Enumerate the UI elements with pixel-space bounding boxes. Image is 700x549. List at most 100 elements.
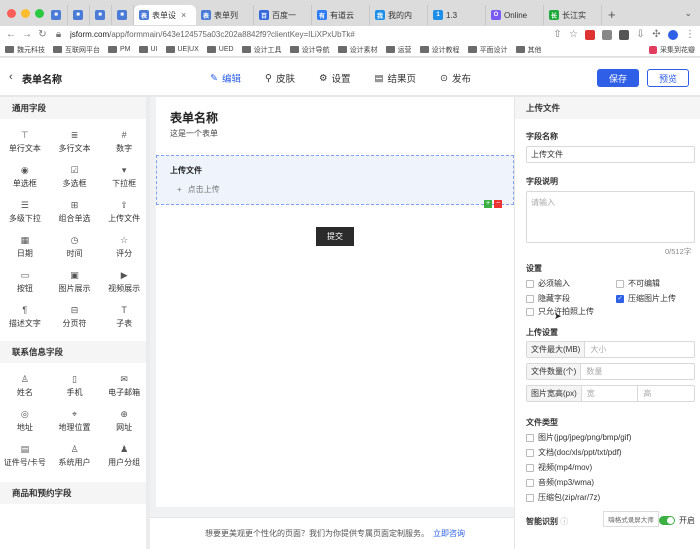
browser-tab[interactable]: ■	[68, 5, 90, 25]
palette-item[interactable]: ☆ 评分	[99, 230, 149, 265]
puzzle-icon[interactable]: ✣	[652, 29, 661, 40]
smart-recognition-toggle[interactable]	[659, 516, 675, 525]
canvas-form-title[interactable]: 表单名称	[170, 109, 218, 126]
browser-tab[interactable]: 1 1.3	[428, 5, 486, 25]
close-window-button[interactable]	[7, 8, 16, 18]
bookmark-folder[interactable]: 设计教程	[419, 45, 460, 55]
url-input[interactable]: jsform.com/app/formmain/643e124575a03c20…	[70, 30, 546, 39]
palette-item[interactable]: ♙ 姓名	[0, 369, 50, 404]
max-size-field[interactable]: 文件最大(MB) 大小	[526, 341, 695, 358]
share-icon[interactable]: ⇧	[553, 29, 562, 40]
bookmark-folder[interactable]: UI	[138, 46, 158, 53]
bookmark-folder[interactable]: PM	[108, 46, 131, 53]
palette-item[interactable]: ⊟ 分页符	[50, 300, 100, 335]
browser-tab[interactable]: ■	[90, 5, 112, 25]
palette-item[interactable]: ▦ 日期	[0, 230, 50, 265]
bookmark-folder[interactable]: 设计导航	[289, 45, 330, 55]
new-tab-button[interactable]: +	[608, 7, 616, 22]
bookmark-folder[interactable]: 设计素材	[337, 45, 378, 55]
back-icon[interactable]: ‹	[9, 71, 13, 83]
duplicate-field-button[interactable]: +	[484, 200, 492, 208]
bookmark-folder[interactable]: 运营	[385, 45, 412, 55]
field-desc-textarea[interactable]: 请输入	[526, 191, 695, 243]
max-size-input[interactable]: 大小	[585, 342, 694, 357]
forward-arrow-icon[interactable]: →	[22, 29, 32, 40]
bookmark-folder[interactable]: 设计工具	[241, 45, 282, 55]
browser-tab[interactable]: O Online	[486, 5, 544, 25]
nav-tab-2[interactable]: ⚙ 设置	[319, 71, 351, 86]
nav-tab-4[interactable]: ⊙ 发布	[440, 71, 471, 86]
palette-item[interactable]: ☑ 多选框	[50, 160, 100, 195]
browser-tab[interactable]: ■	[112, 5, 134, 25]
palette-item[interactable]: ⊕ 网址	[99, 404, 149, 439]
bookmark-folder[interactable]: 平面设计	[467, 45, 508, 55]
bookmark-folder[interactable]: 其他	[515, 45, 542, 55]
palette-item[interactable]: # 数字	[99, 125, 149, 160]
bookmark-folder[interactable]: UE|UX	[165, 46, 199, 53]
image-height-input[interactable]: 高	[638, 386, 694, 401]
file-type-checkbox[interactable]: 压缩包(zip/rar/7z)	[526, 492, 600, 503]
required-checkbox[interactable]: 必须输入	[526, 278, 570, 289]
file-count-field[interactable]: 文件数量(个) 数量	[526, 363, 695, 380]
extension-icon[interactable]	[585, 29, 595, 40]
preview-button[interactable]: 预览	[647, 69, 689, 87]
palette-item[interactable]: ▣ 图片展示	[50, 265, 100, 300]
bookmark-star-icon[interactable]: ☆	[569, 29, 578, 40]
hidden-checkbox[interactable]: 隐藏字段	[526, 293, 570, 304]
palette-item[interactable]: ⊤ 单行文本	[0, 125, 50, 160]
compress-image-checkbox[interactable]: ✓ 压缩图片上传	[616, 293, 676, 304]
profile-avatar[interactable]	[668, 29, 678, 40]
palette-item[interactable]: ♙ 系统用户	[50, 439, 100, 474]
file-type-checkbox[interactable]: 音频(mp3/wma)	[526, 477, 594, 488]
palette-item[interactable]: ▭ 按钮	[0, 265, 50, 300]
palette-item[interactable]: ▶ 视频展示	[99, 265, 149, 300]
upload-field-selected[interactable]: 上传文件 + 点击上传	[156, 155, 514, 205]
tab-search-chevron-icon[interactable]: ⌄	[684, 8, 692, 19]
palette-item[interactable]: ☰ 多级下拉	[0, 195, 50, 230]
palette-item[interactable]: ⊞ 组合单选	[50, 195, 100, 230]
bookmark-item[interactable]: 采集到花瓣	[649, 45, 695, 55]
palette-item[interactable]: ♟ 用户分组	[99, 439, 149, 474]
palette-item[interactable]: ◎ 地址	[0, 404, 50, 439]
palette-item[interactable]: ¶ 描述文字	[0, 300, 50, 335]
nav-tab-3[interactable]: ▤ 结果页	[375, 71, 417, 86]
palette-item[interactable]: ◉ 单选框	[0, 160, 50, 195]
browser-tab[interactable]: 长长江实	[544, 5, 602, 25]
readonly-checkbox[interactable]: 不可编辑	[616, 278, 660, 289]
palette-item[interactable]: ⌖ 地理位置	[50, 404, 100, 439]
extension-icon[interactable]	[602, 29, 612, 40]
help-icon[interactable]: ⓘ	[560, 517, 568, 526]
file-type-checkbox[interactable]: 文档(doc/xls/ppt/txt/pdf)	[526, 447, 622, 458]
bookmark-folder[interactable]: UED	[206, 46, 234, 53]
browser-tab[interactable]: 表表单设 ×	[134, 5, 196, 25]
browser-tab[interactable]: 表表单列	[196, 5, 254, 25]
consult-link[interactable]: 立即咨询	[433, 528, 465, 539]
nav-tab-0[interactable]: ✎ 编辑	[210, 71, 241, 86]
palette-item[interactable]: ≣ 多行文本	[50, 125, 100, 160]
bookmark-folder[interactable]: 魏元科技	[5, 45, 45, 55]
upload-trigger[interactable]: + 点击上传	[177, 184, 220, 195]
file-count-input[interactable]: 数量	[581, 364, 694, 379]
file-type-checkbox[interactable]: 图片(jpg/jpeg/png/bmp/gif)	[526, 432, 631, 443]
image-width-input[interactable]: 宽	[582, 386, 639, 401]
browser-tab[interactable]: 百百度一	[254, 5, 312, 25]
nav-tab-1[interactable]: ⚲ 皮肤	[265, 71, 295, 86]
browser-tab[interactable]: 有有道云	[312, 5, 370, 25]
maximize-window-button[interactable]	[35, 8, 44, 18]
canvas-form-description[interactable]: 这是一个表单	[170, 128, 218, 139]
lock-icon[interactable]: 🔒︎	[54, 29, 63, 40]
bookmark-folder[interactable]: 互联网平台	[53, 45, 100, 55]
reload-icon[interactable]: ↻	[38, 29, 47, 40]
tab-close-icon[interactable]: ×	[181, 10, 186, 20]
image-size-field[interactable]: 图片宽高(px) 宽 高	[526, 385, 695, 402]
browser-tab[interactable]: ■	[46, 5, 68, 25]
delete-field-button[interactable]: −	[494, 200, 502, 208]
submit-button[interactable]: 提交	[316, 227, 354, 246]
palette-item[interactable]: T 子表	[99, 300, 149, 335]
palette-item[interactable]: ▤ 证件号/卡号	[0, 439, 50, 474]
palette-item[interactable]: ▯ 手机	[50, 369, 100, 404]
file-type-checkbox[interactable]: 视频(mp4/mov)	[526, 462, 592, 473]
minimize-window-button[interactable]	[21, 8, 30, 18]
back-arrow-icon[interactable]: ←	[6, 29, 16, 40]
save-button[interactable]: 保存	[597, 69, 639, 87]
